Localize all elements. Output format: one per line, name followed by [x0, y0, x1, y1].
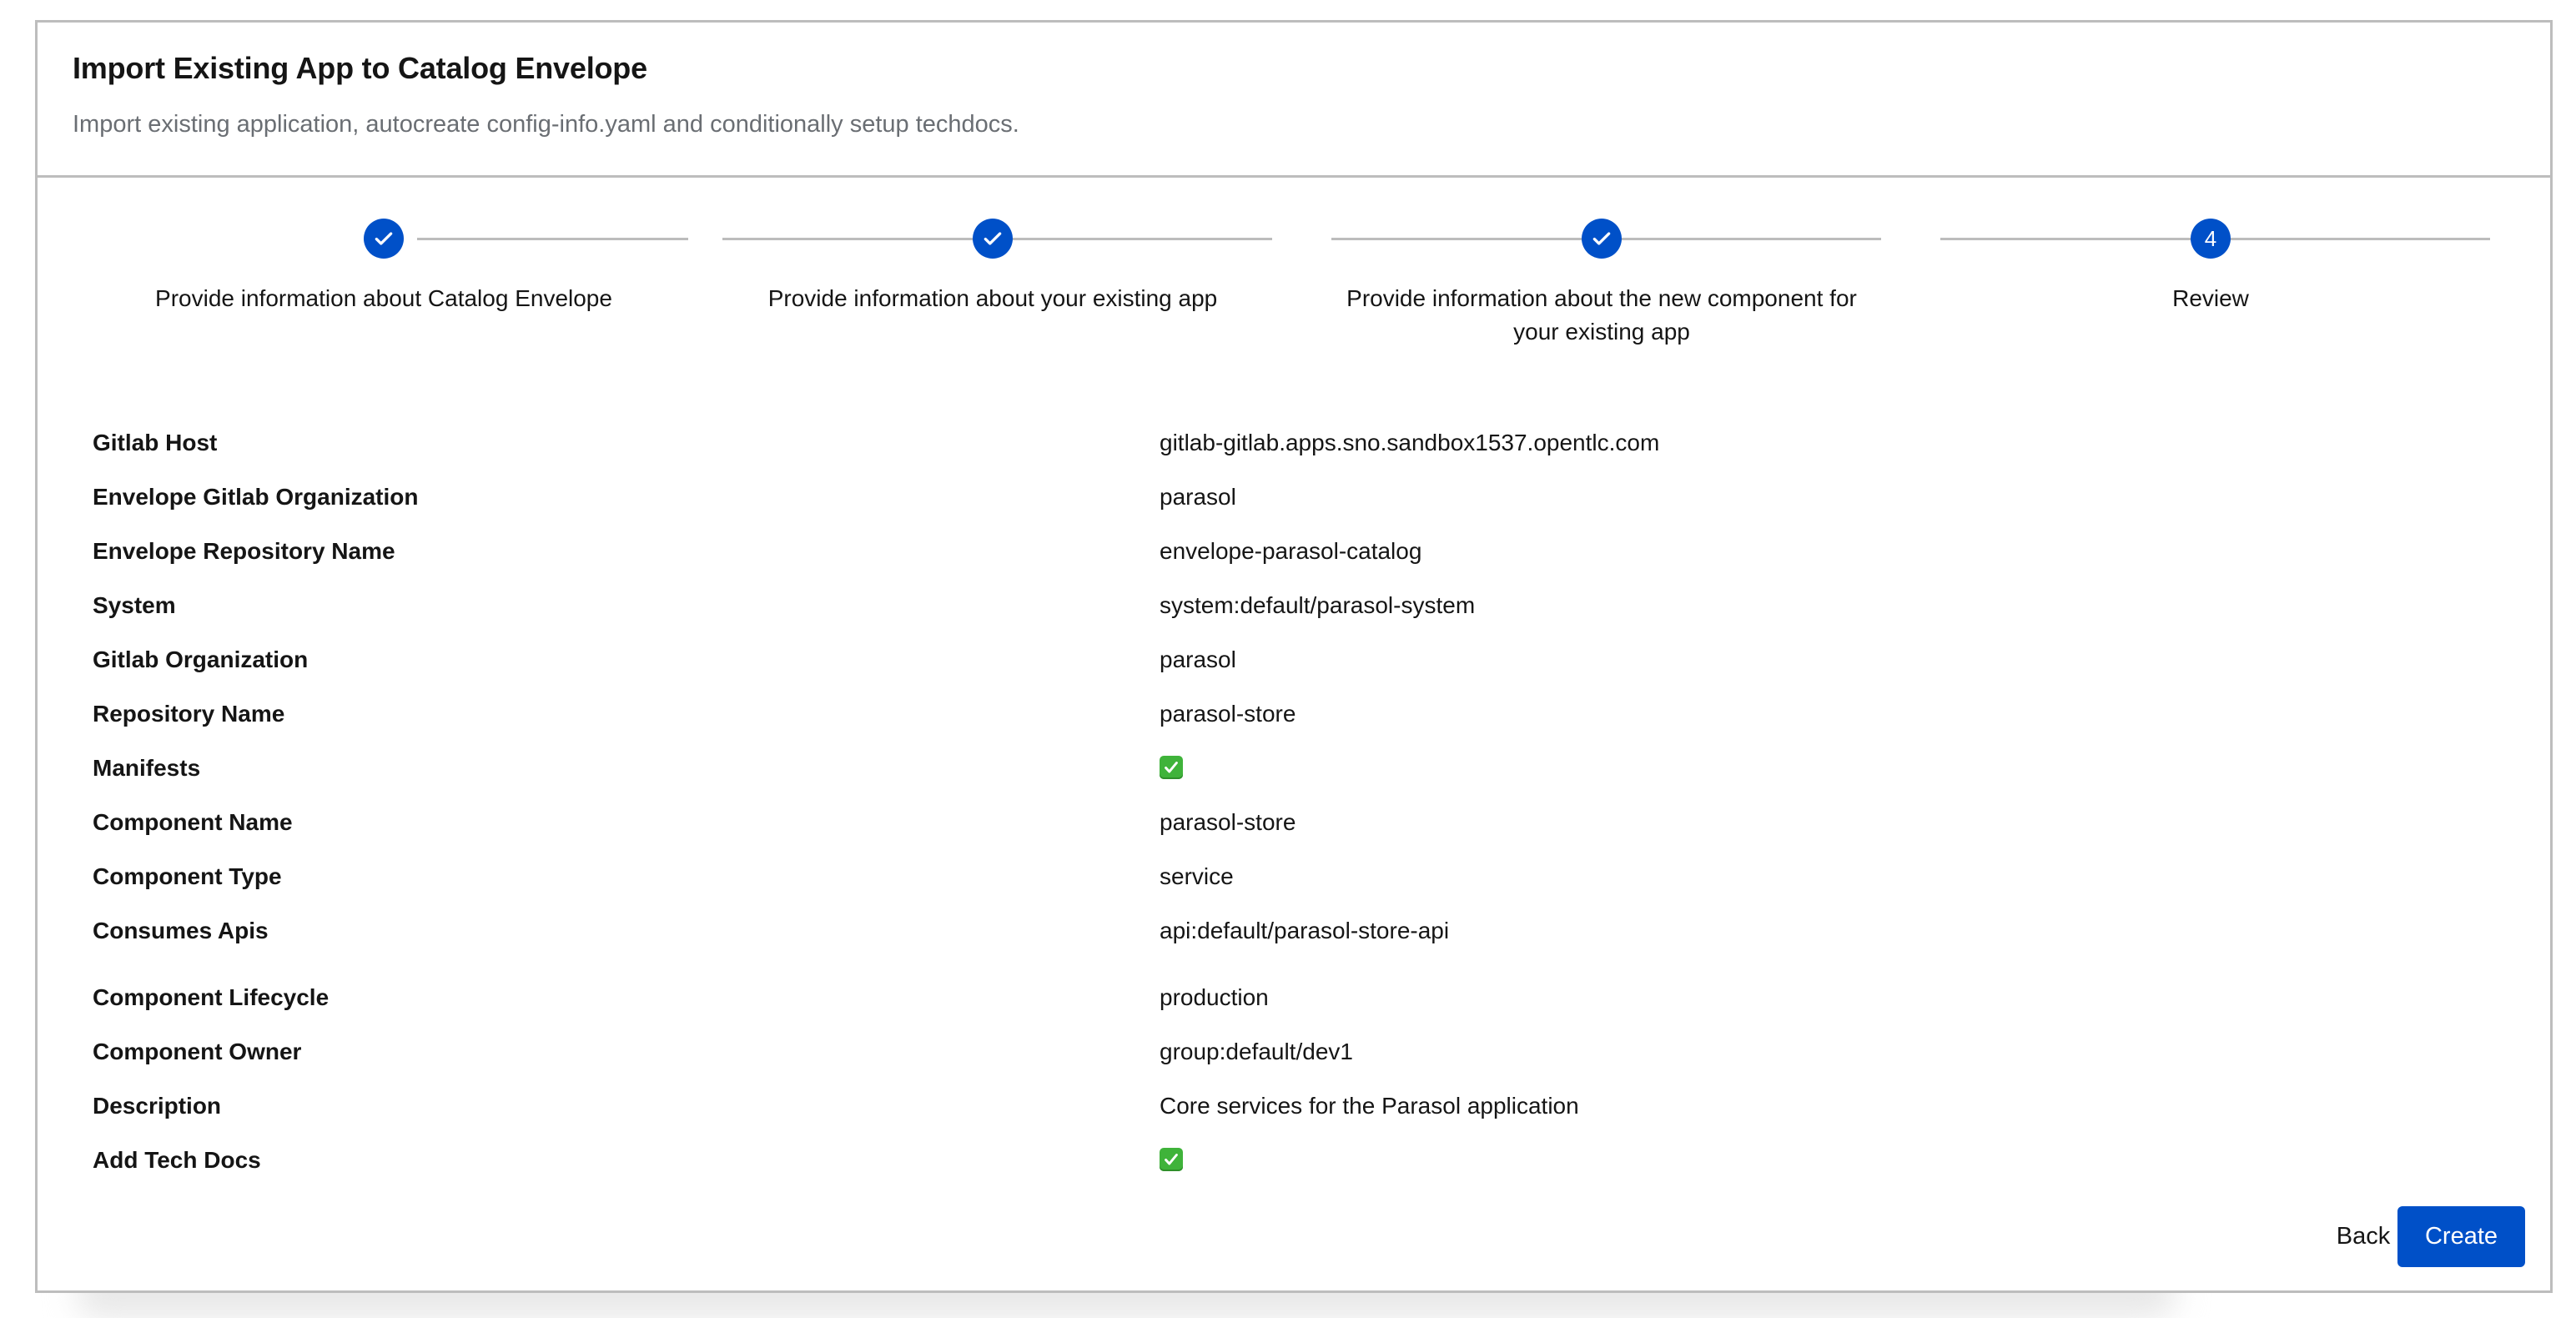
review-value: parasol [1160, 484, 1236, 510]
step-completed-badge [1582, 219, 1622, 259]
review-value [1160, 1144, 1183, 1177]
check-icon [984, 232, 1002, 245]
review-key: Consumes Apis [93, 918, 269, 943]
check-icon [375, 232, 393, 245]
review-key: Envelope Gitlab Organization [93, 484, 419, 510]
review-key: Component Name [93, 809, 293, 835]
step-label: Provide information about Catalog Envelo… [155, 285, 612, 311]
page-title: Import Existing App to Catalog Envelope [73, 51, 647, 85]
check-icon [1592, 232, 1611, 245]
review-value: gitlab-gitlab.apps.sno.sandbox1537.opent… [1160, 430, 1660, 455]
back-button[interactable]: Back [2317, 1206, 2409, 1267]
review-row: Gitlab Organization parasol [93, 643, 2512, 697]
review-row: Add Tech Docs [93, 1144, 2512, 1198]
step-completed-badge [973, 219, 1013, 259]
review-row: Consumes Apis api:default/parasol-store-… [93, 914, 2512, 968]
review-key: Component Owner [93, 1039, 302, 1064]
review-key: Repository Name [93, 701, 285, 727]
review-row: Envelope Gitlab Organization parasol [93, 480, 2512, 535]
review-key: Add Tech Docs [93, 1147, 261, 1173]
review-key: Envelope Repository Name [93, 538, 395, 564]
review-row: Gitlab Host gitlab-gitlab.apps.sno.sandb… [93, 426, 2512, 480]
stepper: Provide information about Catalog Envelo… [79, 214, 2515, 381]
review-value: Core services for the Parasol applicatio… [1160, 1093, 1579, 1119]
step-label: Provide information about your existing … [767, 285, 1218, 311]
review-key: Component Lifecycle [93, 984, 330, 1010]
step-2[interactable]: Provide information about your existing … [688, 214, 1297, 381]
review-row: Repository Name parasol-store [93, 697, 2512, 752]
review-value: parasol-store [1160, 701, 1296, 727]
step-4[interactable]: 4 Review [1906, 214, 2515, 381]
check-mark-button-icon [1160, 755, 1183, 779]
review-row: Manifests [93, 752, 2512, 806]
step-completed-badge [364, 219, 404, 259]
check-mark-button-icon [1160, 1147, 1183, 1171]
review-value: service [1160, 863, 1234, 889]
review-value [1160, 752, 1183, 785]
review-value: parasol-store [1160, 809, 1296, 835]
review-key: Gitlab Organization [93, 646, 309, 672]
review-value: production [1160, 984, 1269, 1010]
step-number-badge: 4 [2191, 219, 2231, 259]
review-row: System system:default/parasol-system [93, 589, 2512, 643]
review-value: envelope-parasol-catalog [1160, 538, 1422, 564]
review-key: Component Type [93, 863, 282, 889]
review-key: Gitlab Host [93, 430, 218, 455]
step-label: Review [2172, 285, 2249, 311]
review-row: Description Core services for the Paraso… [93, 1089, 2512, 1144]
review-row: Component Owner group:default/dev1 [93, 1035, 2512, 1089]
review-row: Component Lifecycle production [93, 981, 2512, 1035]
card-header: Import Existing App to Catalog Envelope … [38, 23, 2550, 178]
review-row: Component Type service [93, 860, 2512, 914]
review-value: api:default/parasol-store-api [1160, 918, 1450, 943]
review-key: Manifests [93, 755, 201, 781]
review-row: Component Name parasol-store [93, 806, 2512, 860]
review-row: Envelope Repository Name envelope-paraso… [93, 535, 2512, 589]
review-value: parasol [1160, 646, 1236, 672]
review-value: group:default/dev1 [1160, 1039, 1353, 1064]
template-review-card: Import Existing App to Catalog Envelope … [35, 20, 2553, 1293]
review-value: system:default/parasol-system [1160, 592, 1476, 618]
page-subtitle: Import existing application, autocreate … [73, 111, 1019, 138]
step-3[interactable]: Provide information about the new compon… [1297, 214, 1906, 381]
step-label: Provide information about the new compon… [1346, 285, 1857, 345]
review-table: Gitlab Host gitlab-gitlab.apps.sno.sandb… [93, 426, 2512, 1198]
step-1[interactable]: Provide information about Catalog Envelo… [79, 214, 688, 381]
create-button[interactable]: Create [2397, 1206, 2525, 1267]
review-key: System [93, 592, 176, 618]
review-key: Description [93, 1093, 222, 1119]
